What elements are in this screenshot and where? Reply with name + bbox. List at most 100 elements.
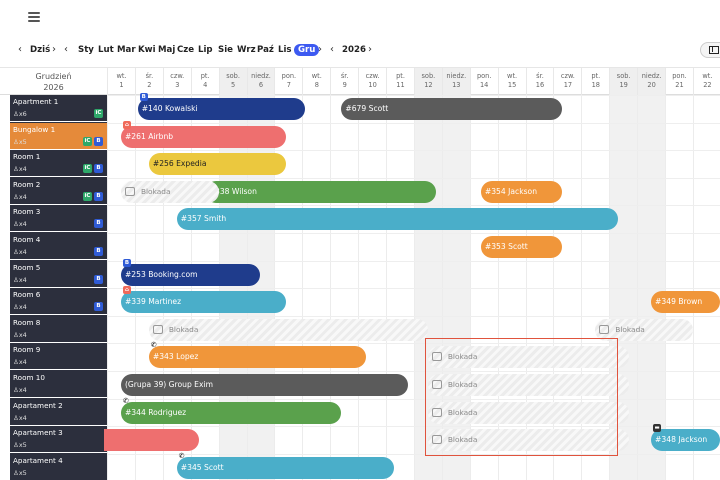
room-capacity: ♙x5: [13, 441, 27, 450]
hamburger-icon[interactable]: [28, 12, 40, 22]
row-divider: [107, 288, 720, 290]
booking-bar[interactable]: #256 Expedia: [148, 153, 286, 176]
room-capacity: ♙x4: [13, 220, 27, 229]
booking-bar[interactable]: #338 Wilson: [204, 180, 437, 203]
room-row-label[interactable]: Bungalow 1 ♙x5 BiC: [10, 122, 107, 150]
room-capacity: ♙x4: [13, 386, 27, 394]
room-capacity: ♙x5: [13, 137, 27, 146]
day-of-week: pon.: [281, 72, 297, 80]
day-of-week: pon.: [476, 72, 492, 80]
month-mar[interactable]: Mar: [117, 43, 136, 57]
room-row-label[interactable]: Room 5 ♙x4 B: [10, 261, 107, 288]
day-header: sob. 12: [413, 68, 442, 96]
room-capacity: ♙x4: [13, 248, 27, 256]
booking-bar[interactable]: (Grupa 39) Group Exim: [120, 374, 409, 396]
row-divider: [107, 371, 720, 372]
booking-bar[interactable]: #348 Jackson: [651, 429, 720, 452]
row-divider: [107, 122, 720, 124]
month-paz[interactable]: Paź: [257, 43, 274, 57]
lock-icon: [152, 324, 163, 334]
booking-bar[interactable]: #344 Rodriguez: [120, 401, 342, 424]
blocked-period[interactable]: Blokada: [120, 180, 219, 203]
day-number: 22: [703, 81, 712, 89]
day-header: śr. 2: [134, 68, 163, 96]
airbnb-channel-icon: ⌂: [122, 286, 131, 295]
row-divider: [107, 426, 720, 428]
day-of-week: niedz.: [251, 72, 271, 80]
day-header: pon. 7: [274, 68, 302, 96]
room-row-label[interactable]: Room 8 ♙x4: [10, 316, 107, 343]
room-row-label[interactable]: Room 2 ♙x4 BiC: [10, 178, 107, 205]
room-row-label[interactable]: Room 6 ♙x4 B: [10, 288, 107, 316]
day-number: 17: [563, 81, 573, 89]
chevron-right-icon[interactable]: ›: [52, 43, 56, 57]
lock-icon: [124, 186, 135, 196]
row-divider: [107, 260, 720, 262]
day-header: sob. 5: [218, 68, 247, 96]
month-kwi[interactable]: Kwi: [138, 43, 156, 57]
view-toggle[interactable]: [700, 42, 720, 58]
booking-bar[interactable]: #354 Jackson: [480, 180, 562, 203]
room-capacity: ♙x4: [13, 275, 27, 284]
chevron-left-icon[interactable]: ‹: [18, 43, 22, 57]
booking-bar[interactable]: #357 Smith: [176, 208, 618, 231]
booking-bar[interactable]: #261 Airbnb: [120, 125, 286, 148]
month-lis[interactable]: Lis: [278, 43, 292, 57]
day-header: pt. 4: [190, 68, 219, 96]
month-sie[interactable]: Sie: [218, 43, 233, 57]
booking-bar[interactable]: #343 Lopez: [148, 346, 367, 369]
month-maj[interactable]: Maj: [158, 43, 175, 57]
chevron-right-icon[interactable]: ›: [368, 43, 372, 57]
booking-bar[interactable]: #679 Scott: [341, 98, 562, 120]
day-number: 16: [535, 81, 545, 89]
booking-channel-icon: B: [94, 247, 103, 256]
day-of-week: śr.: [145, 72, 154, 80]
room-row-label[interactable]: Room 3 ♙x4 B: [10, 205, 107, 233]
booking-bar[interactable]: #253 Booking.com: [120, 263, 261, 286]
month-lip[interactable]: Lip: [198, 43, 213, 57]
month-title: Grudzień 2026: [0, 68, 107, 96]
booking-channel-icon: B: [94, 274, 103, 284]
chevron-right-icon[interactable]: ›: [318, 43, 322, 57]
day-number: 1: [119, 81, 124, 89]
month-wrz[interactable]: Wrz: [237, 43, 256, 57]
month-cze[interactable]: Cze: [177, 43, 194, 57]
booking-bar[interactable]: #140 Kowalski: [137, 98, 306, 120]
day-header: pon. 21: [665, 68, 693, 96]
day-header: pon. 14: [469, 68, 498, 96]
day-of-week: wt.: [507, 72, 518, 80]
day-of-week: niedz.: [641, 72, 662, 80]
day-header: wt. 8: [302, 68, 330, 96]
chevron-left-icon[interactable]: ‹: [330, 43, 334, 57]
day-of-week: wt.: [702, 72, 713, 80]
day-of-week: pt.: [200, 72, 210, 80]
month-lut[interactable]: Lut: [98, 43, 114, 57]
room-list: Apartment 1 ♙x6 iC Bungalow 1 ♙x5 BiC Room 1 ♙x…: [10, 95, 107, 480]
month-sty[interactable]: Sty: [78, 43, 94, 57]
room-row-label[interactable]: Apartament 4 ♙x5: [10, 454, 107, 480]
day-header: wt. 15: [497, 68, 526, 96]
chevron-left-icon[interactable]: ‹: [64, 43, 68, 57]
room-row-label[interactable]: Room 1 ♙x4 BiC: [10, 150, 107, 178]
room-name: Apartment 1: [13, 97, 59, 106]
room-row-label[interactable]: Apartament 2 ♙x4: [10, 399, 107, 426]
day-header: pt. 18: [581, 68, 609, 96]
booking-bar[interactable]: #349 Brown: [651, 291, 720, 314]
booking-bar[interactable]: [104, 429, 200, 452]
room-row-label[interactable]: Apartament 3 ♙x5: [10, 426, 107, 454]
room-row-label[interactable]: Room 10 ♙x4: [10, 371, 107, 398]
booking-channel-icon: B: [94, 191, 103, 201]
booking-bar[interactable]: #345 Scott: [176, 456, 395, 479]
blocked-period[interactable]: Blokada: [148, 318, 428, 341]
row-divider: [107, 343, 720, 345]
booking-bar[interactable]: #339 Martinez: [120, 291, 286, 314]
room-name: Apartament 3: [13, 428, 63, 438]
month-gru[interactable]: Gru: [294, 44, 320, 56]
room-row-label[interactable]: Room 4 ♙x4 B: [10, 233, 107, 260]
room-name: Room 4: [13, 235, 41, 244]
day-number: 20: [647, 81, 656, 89]
today-button[interactable]: Dziś: [30, 43, 50, 57]
booking-bar[interactable]: #353 Scott: [480, 236, 562, 258]
room-row-label[interactable]: Apartment 1 ♙x6 iC: [10, 95, 107, 122]
room-row-label[interactable]: Room 9 ♙x4: [10, 343, 107, 371]
